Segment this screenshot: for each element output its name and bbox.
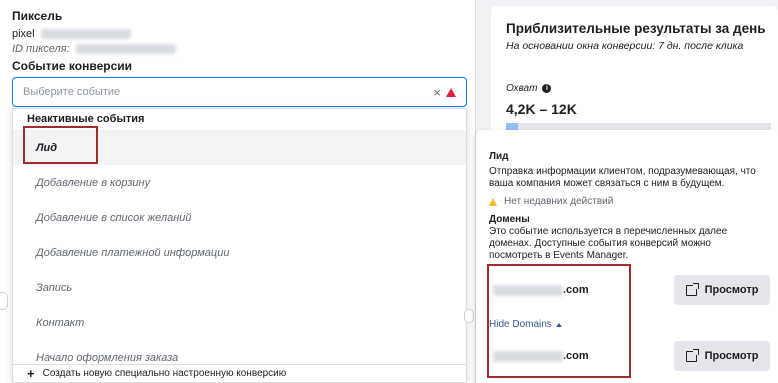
dropdown-item-add-payment-info[interactable]: Добавление платежной информации: [13, 235, 466, 270]
pixel-name-redacted: [40, 29, 131, 39]
warning-icon: [489, 197, 497, 206]
domain-suffix: .com: [563, 284, 589, 296]
info-icon[interactable]: i: [542, 84, 552, 93]
conversion-event-title: Событие конверсии: [12, 59, 132, 73]
domain-redacted: [493, 350, 563, 362]
external-link-icon: [685, 348, 699, 362]
view-domain-button[interactable]: Просмотр: [674, 275, 770, 305]
domain-redacted: [493, 284, 563, 296]
dropdown-item-contact[interactable]: Контакт: [13, 305, 466, 340]
conversion-event-select[interactable]: Выберите событие ×: [12, 77, 467, 107]
view-button-label: Просмотр: [704, 284, 759, 296]
tooltip-title: Лид: [489, 151, 509, 162]
tooltip-description: Отправка информации клиентом, подразумев…: [489, 166, 756, 189]
pixel-section-title: Пиксель: [12, 9, 63, 23]
view-domain-button[interactable]: Просмотр: [674, 341, 770, 371]
left-panel: Пиксель pixel ID пикселя: Событие конвер…: [0, 0, 476, 383]
no-recent-activity-label: Нет недавних действий: [504, 196, 614, 207]
hide-domains-link[interactable]: Hide Domains: [489, 319, 562, 330]
event-tooltip: Лид Отправка информации клиентом, подраз…: [476, 130, 778, 383]
caret-up-icon: [555, 322, 562, 327]
domains-description: Это событие используется в перечисленных…: [489, 226, 728, 261]
external-link-icon: [685, 282, 699, 296]
estimated-results-subtitle: На основании окна конверсии: 7 дн. после…: [506, 40, 744, 52]
plus-icon: +: [27, 366, 35, 381]
conversion-event-dropdown: Неактивные события Лид Добавление в корз…: [12, 108, 467, 383]
reach-label: Охват: [506, 83, 538, 94]
hide-domains-label: Hide Domains: [489, 319, 552, 330]
dropdown-item-add-to-wishlist[interactable]: Добавление в список желаний: [13, 200, 466, 235]
clear-icon[interactable]: ×: [433, 85, 441, 100]
scroll-handle-right[interactable]: [464, 309, 474, 323]
domains-title: Домены: [489, 214, 530, 225]
dropdown-item-lead[interactable]: Лид: [13, 130, 466, 165]
estimated-results-title: Приблизительные результаты за день: [506, 21, 766, 36]
error-warning-icon: [446, 87, 456, 97]
estimated-results-card: Приблизительные результаты за день На ос…: [491, 6, 778, 136]
pixel-label: pixel: [12, 28, 35, 40]
reach-row: Охват i: [506, 83, 552, 94]
reach-range: 4,2K – 12K: [506, 101, 577, 117]
dropdown-item-schedule[interactable]: Запись: [13, 270, 466, 305]
create-custom-conversion-label: Создать новую специально настроенную кон…: [42, 368, 287, 379]
domain-row: .com Просмотр: [489, 274, 774, 306]
pixel-id-redacted: [75, 44, 176, 54]
domain-row: .com Просмотр: [489, 340, 774, 372]
view-button-label: Просмотр: [704, 350, 759, 362]
scroll-handle-left[interactable]: [0, 292, 8, 310]
dropdown-header: Неактивные события: [27, 113, 145, 125]
conversion-event-placeholder: Выберите событие: [23, 86, 121, 98]
domain-suffix: .com: [563, 350, 589, 362]
pixel-name-row: pixel: [12, 28, 131, 40]
create-custom-conversion-link[interactable]: + Создать новую специально настроенную к…: [13, 364, 466, 382]
pixel-id-row: ID пикселя:: [12, 43, 176, 55]
no-recent-activity: Нет недавних действий: [489, 196, 613, 207]
pixel-id-label: ID пикселя:: [12, 43, 70, 55]
dropdown-item-add-to-cart[interactable]: Добавление в корзину: [13, 165, 466, 200]
